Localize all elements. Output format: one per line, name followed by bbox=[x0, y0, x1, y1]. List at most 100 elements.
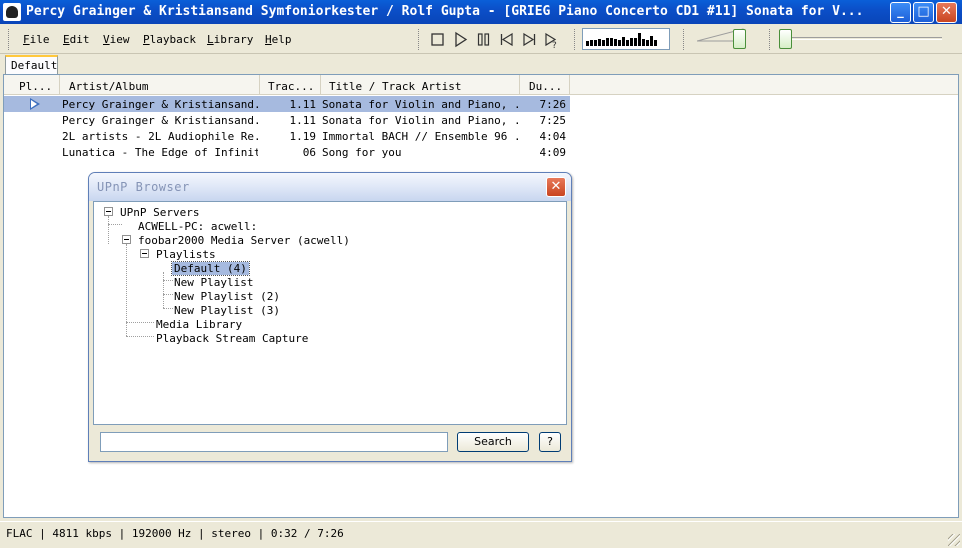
row-track: 1.11 bbox=[289, 98, 317, 111]
tree-node-playlist-new[interactable]: New Playlist bbox=[172, 276, 255, 289]
row-title: Song for you bbox=[322, 146, 402, 159]
visualizer-bar bbox=[646, 40, 649, 46]
visualizer-bar bbox=[622, 37, 625, 46]
tree-connector bbox=[108, 224, 122, 225]
row-artist: Lunatica - The Edge of Infinity bbox=[62, 146, 258, 159]
seek-bar-track[interactable] bbox=[780, 37, 942, 40]
visualizer-bar bbox=[642, 39, 645, 46]
visualizer-bar bbox=[634, 38, 637, 46]
row-artist: 2L artists - 2L Audiophile Re... bbox=[62, 130, 258, 143]
column-artist-album[interactable]: Artist/Album bbox=[60, 75, 260, 95]
now-playing-icon bbox=[30, 98, 40, 110]
status-text: FLAC | 4811 kbps | 192000 Hz | stereo | … bbox=[6, 527, 344, 540]
menu-file[interactable]: File bbox=[23, 33, 50, 46]
toolbar-grip[interactable] bbox=[8, 29, 11, 50]
visualizer-bar bbox=[602, 40, 605, 46]
collapse-icon[interactable] bbox=[104, 207, 113, 216]
row-duration: 7:26 bbox=[539, 98, 567, 111]
visualizer-bar bbox=[586, 41, 589, 46]
menu-library[interactable]: Library bbox=[207, 33, 253, 46]
visualizer-bar bbox=[618, 40, 621, 46]
column-track[interactable]: Trac... bbox=[260, 75, 321, 95]
status-bar: FLAC | 4811 kbps | 192000 Hz | stereo | … bbox=[0, 521, 962, 548]
visualizer-bar bbox=[630, 38, 633, 46]
toolbar-grip[interactable] bbox=[683, 29, 686, 50]
previous-icon[interactable] bbox=[497, 30, 516, 49]
visualizer-bar bbox=[594, 40, 597, 46]
visualizer-bar bbox=[614, 39, 617, 46]
row-track: 1.19 bbox=[289, 130, 317, 143]
play-icon[interactable] bbox=[451, 30, 470, 49]
playlist-row[interactable]: Lunatica - The Edge of Infinity 06 Song … bbox=[4, 144, 570, 160]
tree-node-playlist-new-2[interactable]: New Playlist (2) bbox=[172, 290, 282, 303]
visualizer-bar bbox=[606, 38, 609, 46]
tree-node-playlist-default[interactable]: Default (4) bbox=[171, 261, 250, 276]
row-title: Sonata for Violin and Piano, ... bbox=[322, 98, 518, 111]
resize-grip-icon[interactable] bbox=[948, 534, 960, 546]
playlist-row[interactable]: 2L artists - 2L Audiophile Re... 1.19 Im… bbox=[4, 128, 570, 144]
row-artist: Percy Grainger & Kristiansand... bbox=[62, 98, 258, 111]
menu-playback[interactable]: Playback bbox=[143, 33, 196, 46]
maximize-button[interactable]: □ bbox=[913, 2, 934, 23]
tree-node-playlists[interactable]: Playlists bbox=[154, 248, 218, 261]
collapse-icon[interactable] bbox=[140, 249, 149, 258]
row-title: Immortal BACH // Ensemble 96 ... bbox=[322, 130, 518, 143]
menu-edit[interactable]: Edit bbox=[63, 33, 90, 46]
visualizer-bar bbox=[650, 36, 653, 46]
playlist-row[interactable]: Percy Grainger & Kristiansand... 1.11 So… bbox=[4, 112, 570, 128]
foobar-app-icon[interactable] bbox=[3, 3, 21, 21]
tree-node-upnp-servers[interactable]: UPnP Servers bbox=[118, 206, 201, 219]
row-duration: 4:04 bbox=[539, 130, 567, 143]
row-duration: 4:09 bbox=[539, 146, 567, 159]
random-icon[interactable]: ? bbox=[543, 30, 562, 51]
minimize-button[interactable]: _ bbox=[890, 2, 911, 23]
column-title[interactable]: Title / Track Artist bbox=[321, 75, 520, 95]
menu-help[interactable]: Help bbox=[265, 33, 292, 46]
playlist-header: Pl... Artist/Album Trac... Title / Track… bbox=[4, 75, 958, 95]
tree-connector bbox=[163, 272, 164, 308]
svg-text:?: ? bbox=[552, 41, 557, 49]
search-input[interactable] bbox=[100, 432, 448, 452]
tree-connector bbox=[126, 336, 154, 337]
tree-connector bbox=[108, 216, 109, 244]
row-artist: Percy Grainger & Kristiansand... bbox=[62, 114, 258, 127]
collapse-icon[interactable] bbox=[122, 235, 131, 244]
next-icon[interactable] bbox=[520, 30, 539, 49]
toolbar-grip[interactable] bbox=[769, 29, 772, 50]
close-button[interactable]: ✕ bbox=[936, 2, 957, 23]
tree-node-acwell-pc[interactable]: ACWELL-PC: acwell: bbox=[136, 220, 259, 233]
column-duration[interactable]: Du... bbox=[520, 75, 570, 95]
tree-node-playlist-new-3[interactable]: New Playlist (3) bbox=[172, 304, 282, 317]
playlist-row[interactable]: Percy Grainger & Kristiansand... 1.11 So… bbox=[4, 96, 570, 112]
volume-slider-thumb[interactable] bbox=[733, 29, 746, 49]
row-duration: 7:25 bbox=[539, 114, 567, 127]
dialog-title-bar[interactable]: UPnP Browser ✕ bbox=[89, 173, 571, 201]
title-bar: Percy Grainger & Kristiansand Symfoniork… bbox=[0, 0, 962, 24]
row-track: 06 bbox=[302, 146, 316, 159]
tab-default[interactable]: Default bbox=[5, 55, 58, 74]
search-button[interactable]: Search bbox=[457, 432, 529, 452]
playlist-tabs: Default bbox=[0, 54, 962, 74]
dialog-close-button[interactable]: ✕ bbox=[546, 177, 566, 197]
row-title: Sonata for Violin and Piano, ... bbox=[322, 114, 518, 127]
toolbar-grip[interactable] bbox=[574, 29, 577, 50]
spectrum-visualizer[interactable] bbox=[582, 28, 670, 50]
tree-connector bbox=[126, 322, 154, 323]
visualizer-bar bbox=[638, 33, 641, 46]
dialog-title: UPnP Browser bbox=[97, 180, 190, 194]
tree-node-foobar-media-server[interactable]: foobar2000 Media Server (acwell) bbox=[136, 234, 352, 247]
pause-icon[interactable] bbox=[474, 30, 493, 49]
tree-node-stream-capture[interactable]: Playback Stream Capture bbox=[154, 332, 310, 345]
row-track: 1.11 bbox=[289, 114, 317, 127]
menu-view[interactable]: View bbox=[103, 33, 130, 46]
visualizer-bar bbox=[654, 40, 657, 46]
help-button[interactable]: ? bbox=[539, 432, 561, 452]
upnp-server-tree[interactable]: UPnP Servers ACWELL-PC: acwell: foobar20… bbox=[93, 201, 567, 425]
toolbar-grip[interactable] bbox=[418, 29, 421, 50]
tree-node-media-library[interactable]: Media Library bbox=[154, 318, 244, 331]
column-playing[interactable]: Pl... bbox=[4, 75, 60, 95]
visualizer-bar bbox=[610, 38, 613, 46]
seek-bar-thumb[interactable] bbox=[779, 29, 792, 49]
visualizer-bar bbox=[626, 40, 629, 46]
stop-icon[interactable] bbox=[428, 30, 447, 49]
